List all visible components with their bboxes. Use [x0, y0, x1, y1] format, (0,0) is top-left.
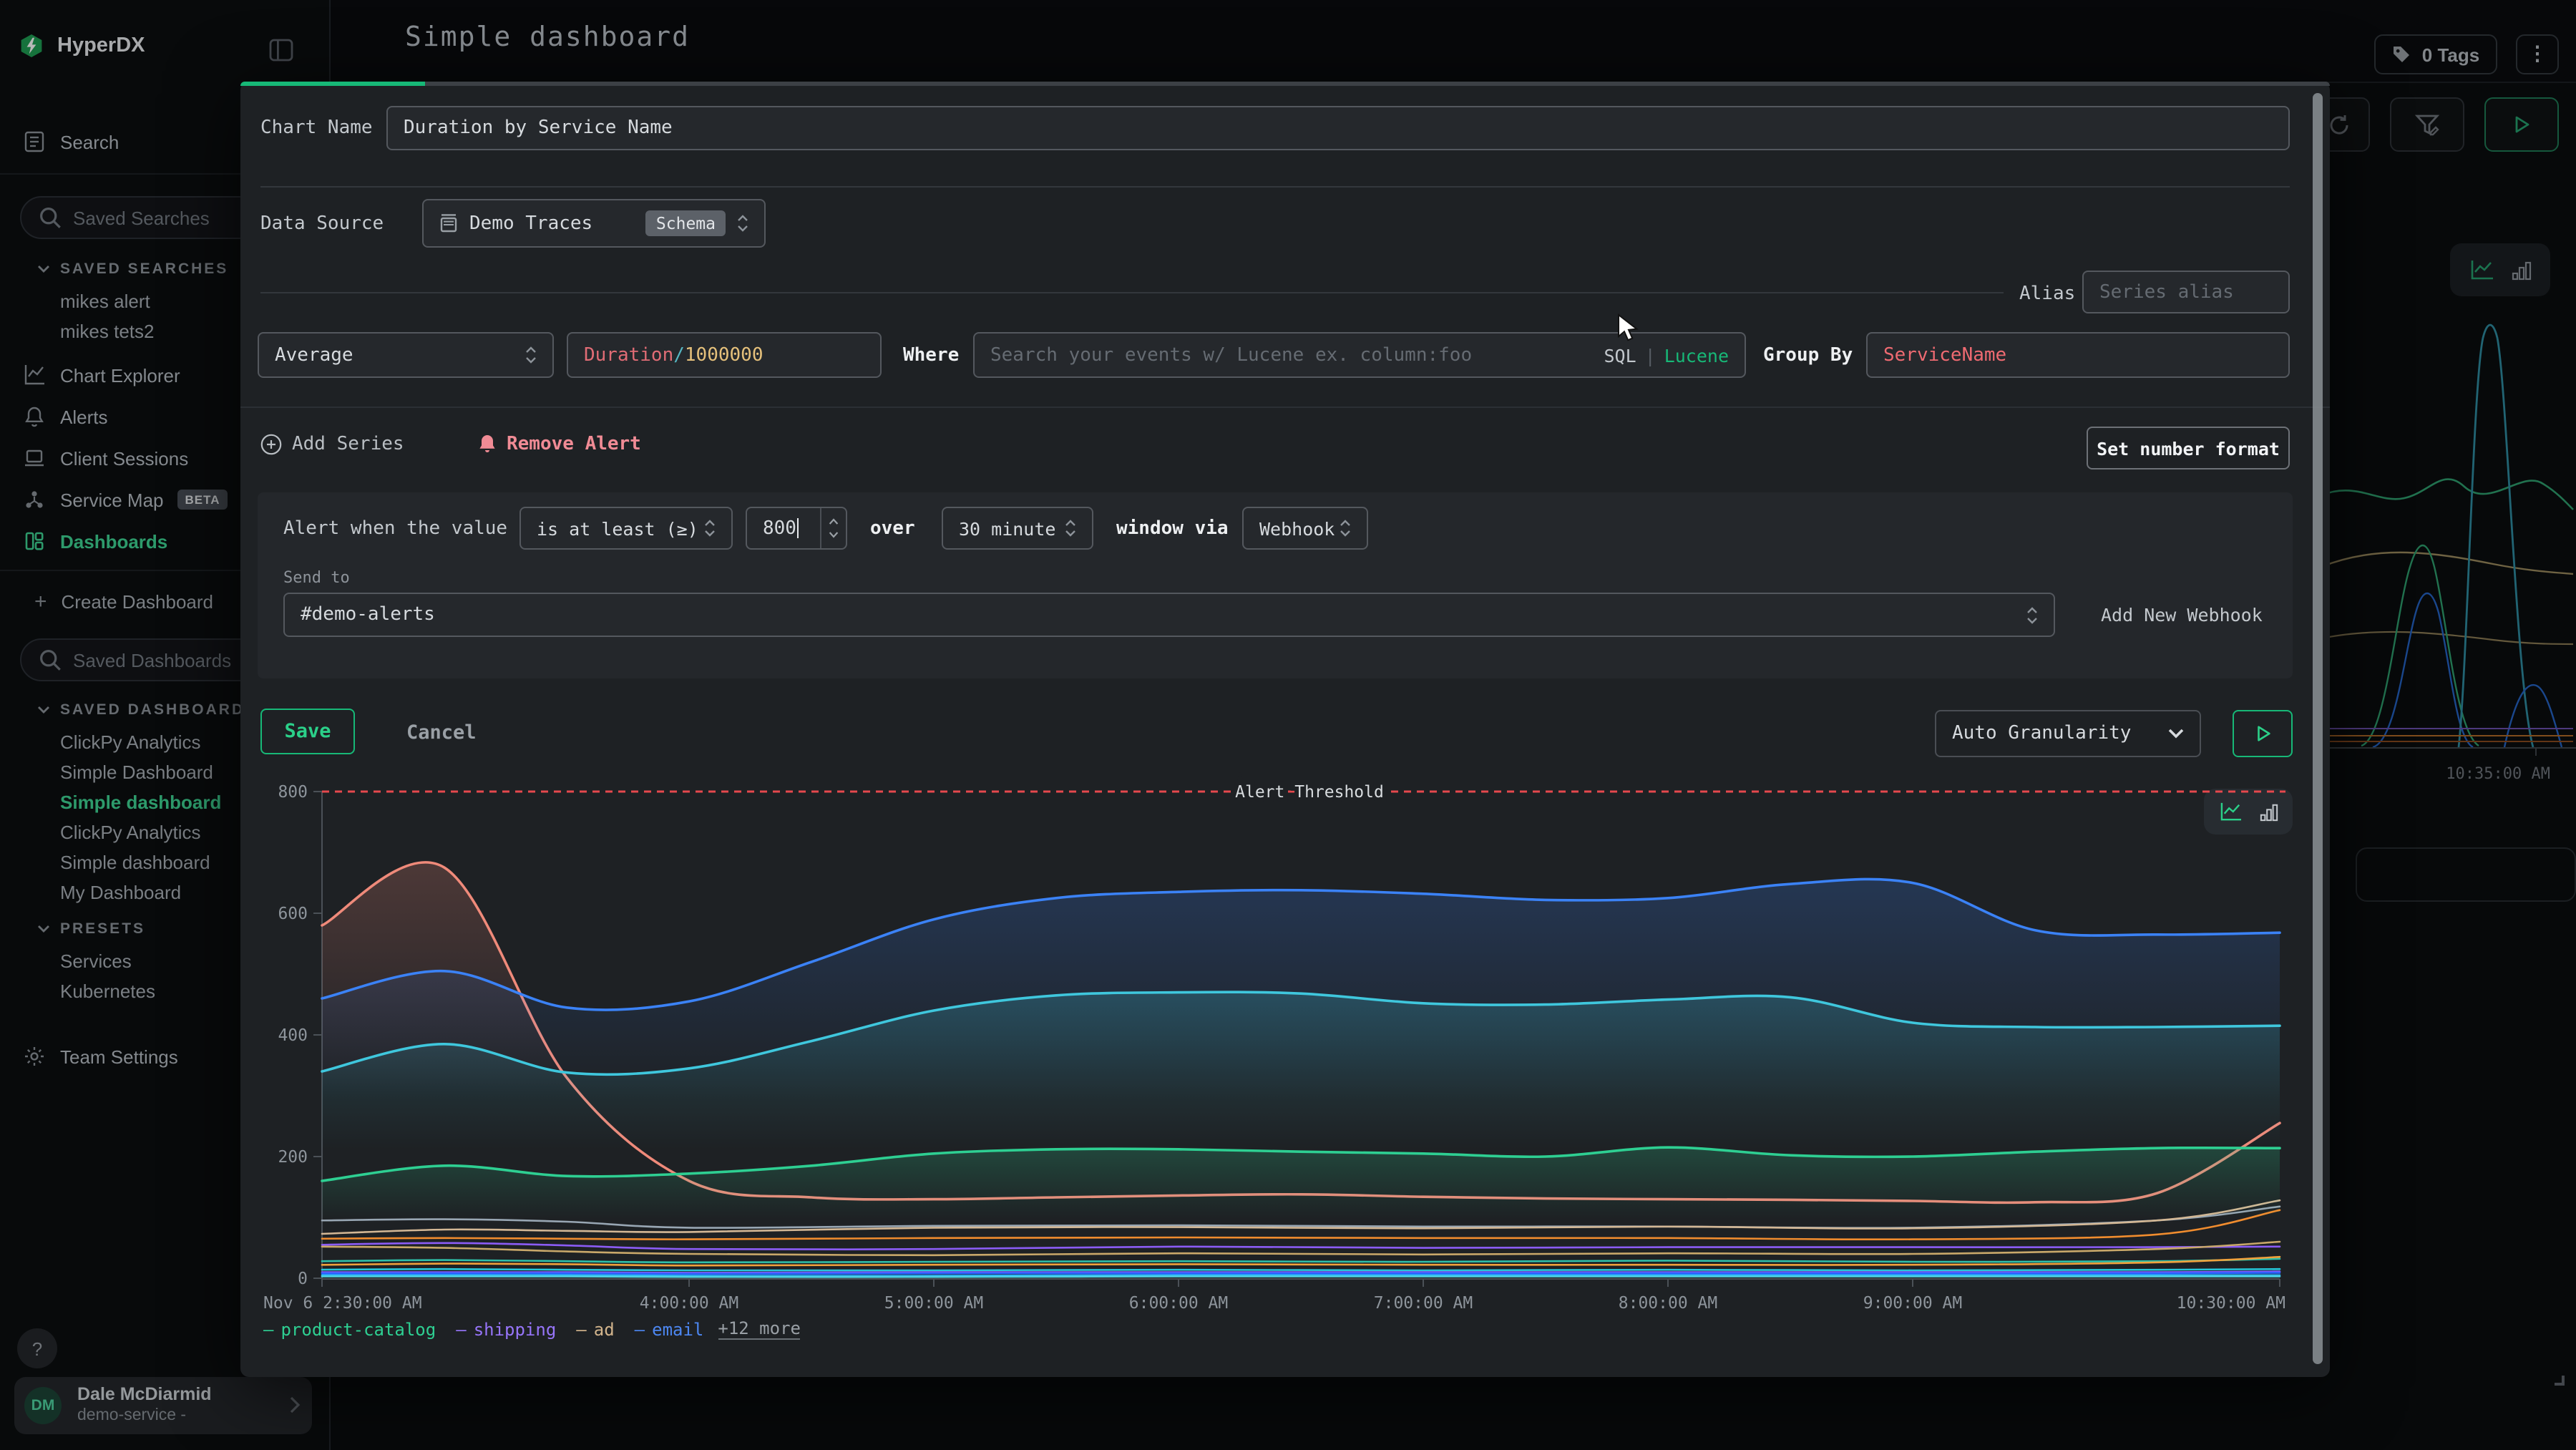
alert-window-select[interactable]: 30 minute: [942, 507, 1093, 550]
database-icon: [439, 213, 458, 233]
svg-text:0: 0: [298, 1270, 308, 1288]
text-caret: [798, 518, 799, 538]
svg-text:600: 600: [278, 905, 308, 923]
svg-text:Alert Threshold: Alert Threshold: [1235, 783, 1384, 802]
accent-bar: [240, 82, 425, 86]
alert-condition-select[interactable]: is at least (≥): [519, 507, 733, 550]
group-by-label: Group By: [1763, 345, 1853, 366]
legend-more-button[interactable]: +12 more: [718, 1318, 801, 1340]
select-chevrons-icon: [737, 213, 748, 233]
chart-legend: — product-catalog — shipping — ad — email +12 mo…: [263, 1318, 801, 1340]
lucene-toggle[interactable]: Lucene: [1664, 344, 1729, 366]
accent-bar-track: [425, 82, 2330, 86]
legend-swatch: —: [635, 1319, 645, 1339]
data-source-select[interactable]: Demo Traces Schema: [422, 199, 766, 248]
granularity-select[interactable]: Auto Granularity: [1935, 710, 2201, 757]
divider: [240, 407, 2330, 408]
svg-text:Nov 6 2:30:00 AM: Nov 6 2:30:00 AM: [263, 1294, 422, 1313]
window-via-label: window via: [1116, 518, 1229, 540]
sql-toggle[interactable]: SQL: [1604, 344, 1636, 366]
select-chevrons-icon: [1340, 518, 1351, 538]
aggregation-select[interactable]: Average: [258, 332, 554, 378]
expression-field: Duration: [584, 344, 673, 366]
play-icon: [2253, 724, 2272, 743]
alert-channel-select[interactable]: Webhook: [1242, 507, 1368, 550]
svg-text:9:00:00 AM: 9:00:00 AM: [1863, 1294, 1962, 1313]
edit-chart-modal: Chart Name Duration by Service Name Data…: [240, 82, 2330, 1377]
legend-item[interactable]: — product-catalog: [263, 1319, 436, 1339]
where-label: Where: [903, 345, 959, 366]
bell-filled-icon: [478, 434, 497, 455]
alert-prefix-label: Alert when the value: [283, 518, 507, 540]
chevron-down-icon: [2168, 729, 2184, 739]
alias-input[interactable]: Series alias: [2082, 271, 2290, 313]
svg-text:10:30:00 AM: 10:30:00 AM: [2177, 1294, 2285, 1313]
number-stepper[interactable]: [820, 508, 846, 548]
expression-operator: /: [673, 344, 685, 366]
svg-text:5:00:00 AM: 5:00:00 AM: [884, 1294, 983, 1313]
plus-circle-icon: [260, 434, 282, 455]
svg-text:7:00:00 AM: 7:00:00 AM: [1374, 1294, 1473, 1313]
set-number-format-button[interactable]: Set number format: [2087, 427, 2290, 469]
mouse-cursor: [1617, 313, 1643, 342]
stepper-up-icon[interactable]: [829, 518, 839, 525]
select-chevrons-icon: [525, 345, 537, 365]
select-chevrons-icon: [2026, 605, 2038, 625]
modal-scrollbar[interactable]: [2313, 93, 2323, 1364]
over-label: over: [870, 518, 915, 540]
svg-text:200: 200: [278, 1148, 308, 1167]
where-placeholder: Search your events w/ Lucene ex. column:…: [990, 344, 1472, 366]
svg-text:4:00:00 AM: 4:00:00 AM: [640, 1294, 738, 1313]
send-to-label: Send to: [283, 568, 350, 587]
chart-name-label: Chart Name: [260, 117, 373, 139]
alias-label: Alias: [2019, 283, 2075, 305]
legend-swatch: —: [456, 1319, 466, 1339]
legend-item[interactable]: — ad: [576, 1319, 614, 1339]
schema-badge: Schema: [646, 210, 726, 236]
divider: [260, 292, 2004, 293]
send-to-select[interactable]: #demo-alerts: [283, 593, 2055, 637]
divider: [260, 186, 2290, 188]
remove-alert-button[interactable]: Remove Alert: [478, 434, 641, 455]
legend-label: ad: [594, 1319, 615, 1339]
stepper-down-icon[interactable]: [829, 531, 839, 538]
alert-threshold-input[interactable]: 800: [746, 507, 847, 550]
alias-placeholder: Series alias: [2099, 281, 2234, 303]
svg-text:6:00:00 AM: 6:00:00 AM: [1129, 1294, 1228, 1313]
legend-label: email: [652, 1319, 703, 1339]
legend-item[interactable]: — shipping: [456, 1319, 556, 1339]
add-new-webhook-button[interactable]: Add New Webhook: [2101, 604, 2263, 626]
select-chevrons-icon: [704, 518, 716, 538]
cancel-button[interactable]: Cancel: [406, 721, 477, 744]
select-chevrons-icon: [1065, 518, 1076, 538]
svg-text:8:00:00 AM: 8:00:00 AM: [1619, 1294, 1717, 1313]
legend-swatch: —: [576, 1319, 586, 1339]
alert-preview-chart[interactable]: 0 200 400 600 800 Nov 6 2:30:00 AM 4:00:00 AM 5…: [260, 773, 2293, 1317]
svg-text:800: 800: [278, 783, 308, 802]
expression-input[interactable]: Duration/1000000: [567, 332, 882, 378]
run-chart-button[interactable]: [2233, 710, 2293, 757]
svg-text:400: 400: [278, 1026, 308, 1045]
save-button[interactable]: Save: [260, 709, 355, 754]
legend-item[interactable]: — email: [635, 1319, 704, 1339]
app-window: HyperDX Search Saved Searches S: [0, 0, 2576, 1450]
data-source-label: Data Source: [260, 213, 384, 235]
add-series-button[interactable]: Add Series: [260, 434, 404, 455]
alert-config-panel: Alert when the value is at least (≥) 800…: [258, 492, 2293, 678]
legend-swatch: —: [263, 1319, 273, 1339]
legend-label: shipping: [474, 1319, 557, 1339]
group-by-input[interactable]: ServiceName: [1866, 332, 2290, 378]
chart-name-input[interactable]: Duration by Service Name: [386, 106, 2290, 150]
expression-value: 1000000: [685, 344, 763, 366]
legend-label: product-catalog: [280, 1319, 436, 1339]
